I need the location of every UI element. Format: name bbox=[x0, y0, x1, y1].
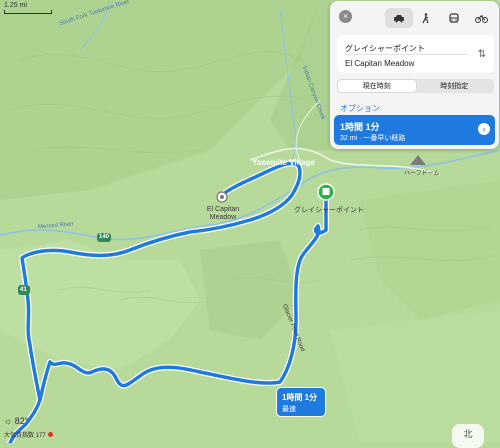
close-icon[interactable]: × bbox=[339, 10, 352, 23]
weather-readout: ☼ 82° bbox=[4, 416, 29, 426]
transit-icon bbox=[449, 12, 459, 23]
el-capitan-label: El Capitan Meadow bbox=[206, 206, 240, 221]
mode-car-button[interactable] bbox=[385, 8, 413, 28]
route-endpoints: グレイシャーポイント El Capitan Meadow ⇅ bbox=[337, 35, 494, 73]
walk-icon bbox=[422, 12, 429, 23]
callout-label: 最速 bbox=[282, 406, 296, 413]
car-icon bbox=[393, 14, 404, 22]
glacier-point-pin[interactable] bbox=[317, 183, 335, 201]
aqi-dot-icon bbox=[47, 432, 53, 437]
route-time: 1時間 1分 bbox=[340, 122, 380, 132]
swap-icon[interactable]: ⇅ bbox=[478, 49, 486, 60]
route-divider bbox=[345, 54, 468, 55]
bike-icon bbox=[474, 14, 488, 23]
tab-schedule[interactable]: 時刻指定 bbox=[416, 80, 494, 92]
mode-transit-button[interactable] bbox=[440, 8, 468, 28]
map-scale-label: 1.25 mi bbox=[4, 2, 27, 9]
aqi-readout: 大気質指数 177 bbox=[4, 430, 53, 439]
callout-time: 1時間 1分 bbox=[282, 393, 318, 402]
origin-field[interactable]: グレイシャーポイント bbox=[345, 43, 425, 54]
destination-field[interactable]: El Capitan Meadow bbox=[345, 59, 414, 68]
glacier-point-label: グレイシャーポイント bbox=[294, 207, 364, 214]
compass-button[interactable]: 北 bbox=[452, 424, 484, 448]
route-detail: 32 mi · 一番早い経路 bbox=[340, 135, 406, 142]
map-scale-bar bbox=[4, 10, 52, 14]
road-140-label: 140 bbox=[99, 234, 110, 240]
road-41-label: 41 bbox=[20, 287, 27, 293]
mode-walk-button[interactable] bbox=[413, 8, 441, 28]
aqi-label: 大気質指数 177 bbox=[4, 433, 46, 439]
route-option-card[interactable]: 1時間 1分 32 mi · 一番早い経路 › bbox=[334, 115, 495, 145]
mode-bike-button[interactable] bbox=[468, 8, 496, 28]
tab-now[interactable]: 現在時刻 bbox=[338, 80, 416, 92]
chevron-right-icon[interactable]: › bbox=[478, 123, 490, 135]
compass-label: 北 bbox=[463, 429, 473, 439]
transport-mode-bar bbox=[385, 8, 495, 28]
options-link[interactable]: オプション bbox=[340, 103, 380, 114]
time-segmented-control: 現在時刻 時刻指定 bbox=[337, 79, 494, 93]
half-dome-label: ハーフドーム bbox=[404, 171, 440, 177]
village-label: Yosemite Village bbox=[252, 158, 315, 167]
route-callout[interactable]: 1時間 1分 最速 bbox=[276, 387, 326, 417]
directions-panel: × グレイシャーポイント El Capitan Meadow ⇅ 現在時刻 時刻… bbox=[330, 1, 499, 149]
